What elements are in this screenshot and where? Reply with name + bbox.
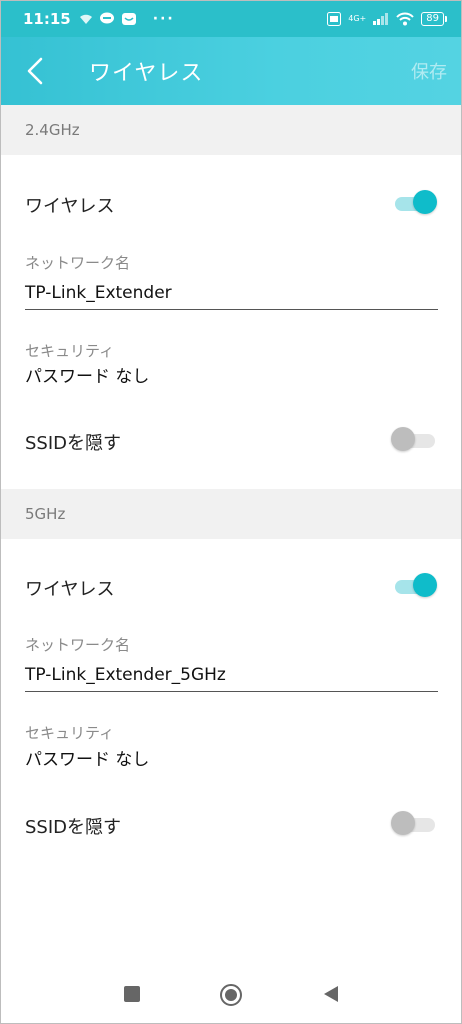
wifi-icon [396, 12, 414, 26]
network-name-label: ネットワーク名 [25, 254, 131, 272]
wireless-toggle-5ghz[interactable] [395, 573, 437, 599]
network-name-label: ネットワーク名 [25, 636, 131, 654]
hide-ssid-label: SSIDを隠す [25, 817, 122, 838]
system-icons: 4G+ 89 [327, 12, 447, 26]
wireless-label: ワイヤレス [25, 196, 115, 217]
line-app-icon [99, 12, 114, 24]
hide-ssid-toggle-5ghz[interactable] [391, 811, 437, 837]
battery-tip [445, 16, 447, 22]
hide-ssid-toggle-2-4ghz[interactable] [391, 427, 437, 453]
notification-icons: ··· [79, 11, 175, 27]
app-frame: 11:15 ··· 4G+ 89 ワイヤレス 保存 2.4GHz ワイヤレス ネ… [0, 0, 462, 1024]
input-underline [25, 691, 438, 692]
back-button[interactable] [3, 37, 67, 105]
app-bar: ワイヤレス 保存 [1, 37, 461, 105]
section-header-5ghz: 5GHz [1, 489, 461, 539]
hide-ssid-label: SSIDを隠す [25, 433, 122, 454]
battery-indicator: 89 [421, 12, 447, 26]
network-name-input-5ghz[interactable]: TP-Link_Extender_5GHz [25, 665, 226, 685]
more-notifications: ··· [152, 11, 175, 27]
input-underline [25, 309, 438, 310]
toggle-knob [413, 573, 437, 597]
security-label: セキュリティ [25, 724, 115, 742]
toggle-knob [391, 811, 415, 835]
wifi-call-icon [79, 14, 92, 24]
save-button[interactable]: 保存 [411, 58, 447, 84]
wireless-toggle-2-4ghz[interactable] [395, 190, 437, 216]
toggle-knob [413, 190, 437, 214]
signal-icon [373, 13, 389, 25]
chevron-left-icon [27, 57, 43, 85]
navigation-bar [1, 967, 461, 1023]
page-title: ワイヤレス [89, 61, 204, 86]
section-header-2-4ghz: 2.4GHz [1, 105, 461, 155]
security-label: セキュリティ [25, 342, 115, 360]
wireless-label: ワイヤレス [25, 579, 115, 600]
volte-icon [327, 12, 342, 26]
message-app-icon [121, 13, 136, 25]
battery-level: 89 [421, 12, 444, 26]
toggle-knob [391, 427, 415, 451]
security-value-2-4ghz[interactable]: パスワード なし [25, 362, 149, 387]
home-icon[interactable] [219, 983, 243, 1007]
network-name-input-2-4ghz[interactable]: TP-Link_Extender [25, 283, 172, 303]
status-time: 11:15 [23, 10, 71, 28]
network-type: 4G+ [348, 14, 367, 23]
back-triangle-icon[interactable] [322, 985, 340, 1003]
recent-apps-icon[interactable] [123, 985, 141, 1003]
security-value-5ghz[interactable]: パスワード なし [25, 745, 149, 770]
status-bar: 11:15 ··· 4G+ 89 [1, 1, 461, 37]
